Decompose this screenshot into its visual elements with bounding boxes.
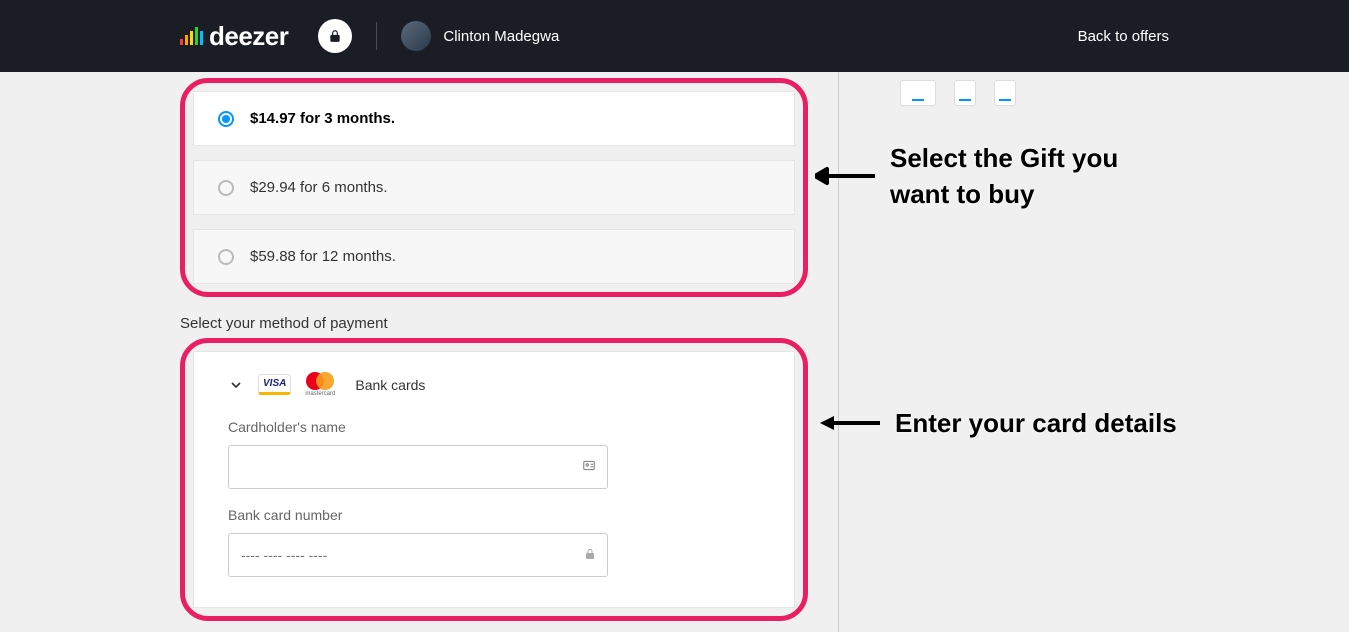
- arrow-left-icon: [815, 166, 875, 186]
- arrow-left-icon: [820, 413, 880, 433]
- gift-option-12-months[interactable]: $59.88 for 12 months.: [193, 229, 795, 284]
- card-number-label: Bank card number: [228, 507, 760, 523]
- brand-logo[interactable]: deezer: [180, 21, 288, 52]
- payment-method-label: Bank cards: [355, 377, 425, 393]
- mastercard-icon: mastercard: [305, 372, 335, 397]
- app-header: deezer Clinton Madegwa Back to offers: [0, 0, 1349, 72]
- gift-option-6-months[interactable]: $29.94 for 6 months.: [193, 160, 795, 215]
- annotation-card: Enter your card details: [895, 408, 1177, 439]
- lock-icon: [328, 29, 342, 43]
- gift-option-3-months[interactable]: $14.97 for 3 months.: [193, 91, 795, 146]
- back-to-offers-link[interactable]: Back to offers: [1078, 28, 1169, 45]
- lock-icon: [584, 547, 596, 563]
- gift-options-highlight: $14.97 for 3 months. $29.94 for 6 months…: [180, 78, 808, 297]
- lock-badge: [318, 19, 352, 53]
- cardholder-name-label: Cardholder's name: [228, 419, 760, 435]
- annotation-gift: Select the Gift youwant to buy: [890, 140, 1118, 213]
- logo-icon: [180, 27, 203, 45]
- payment-method-card: VISA mastercard Bank cards Cardholder's …: [193, 351, 795, 608]
- visa-icon: VISA: [258, 374, 291, 395]
- contact-card-icon: [582, 459, 596, 476]
- card-number-input[interactable]: [228, 533, 608, 577]
- payment-form-highlight: VISA mastercard Bank cards Cardholder's …: [180, 338, 808, 621]
- chevron-down-icon: [228, 377, 244, 393]
- radio-selected-icon[interactable]: [218, 111, 234, 127]
- user-avatar[interactable]: [401, 21, 431, 51]
- brand-name: deezer: [209, 21, 288, 52]
- gift-option-label: $14.97 for 3 months.: [250, 110, 395, 127]
- username: Clinton Madegwa: [443, 28, 559, 45]
- cardholder-name-input[interactable]: [228, 445, 608, 489]
- header-divider: [376, 22, 377, 50]
- radio-unselected-icon[interactable]: [218, 249, 234, 265]
- radio-unselected-icon[interactable]: [218, 180, 234, 196]
- gift-option-label: $59.88 for 12 months.: [250, 248, 396, 265]
- payment-method-header[interactable]: VISA mastercard Bank cards: [228, 372, 760, 397]
- gift-option-label: $29.94 for 6 months.: [250, 179, 388, 196]
- payment-section-label: Select your method of payment: [180, 315, 808, 332]
